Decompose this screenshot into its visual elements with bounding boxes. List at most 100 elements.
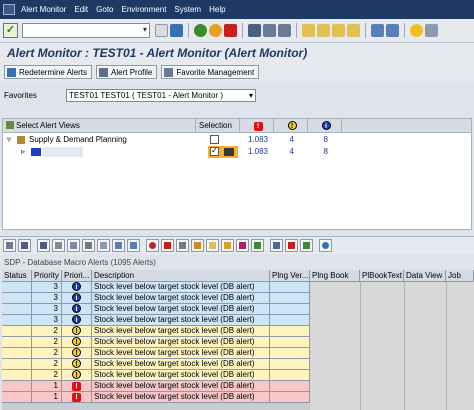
filter-button[interactable] — [18, 239, 31, 252]
tree-header: Select Alert Views Selection ! ! i — [3, 119, 471, 133]
toolbar-separator — [242, 23, 243, 38]
column-plng-book[interactable]: Plng Book — [310, 270, 360, 282]
find-button[interactable] — [82, 239, 95, 252]
column-plng-ver[interactable]: Plng Ver... — [270, 270, 310, 282]
last-page-icon[interactable] — [347, 24, 360, 37]
command-history-icon[interactable]: ▾ — [143, 25, 147, 34]
menu-goto[interactable]: Goto — [96, 5, 113, 14]
column-priority[interactable]: Priority — [32, 270, 62, 282]
help-icon[interactable] — [410, 24, 423, 37]
table-row[interactable]: 2! Stock level below target stock level (… — [2, 326, 310, 337]
menu-environment[interactable]: Environment — [122, 5, 167, 14]
layout-icon — [130, 242, 137, 249]
alert-views-tree: Select Alert Views Selection ! ! i ▿ Sup… — [2, 118, 472, 230]
column-divider — [360, 282, 361, 410]
tree-node-label[interactable] — [43, 147, 83, 157]
sort-ascending-button[interactable] — [52, 239, 65, 252]
warning-icon: ! — [72, 326, 81, 335]
toolbar-separator — [296, 23, 297, 38]
favorite-management-button[interactable]: Favorite Management — [161, 65, 260, 79]
mail-button[interactable] — [206, 239, 219, 252]
delete-button[interactable] — [161, 239, 174, 252]
info-column-header[interactable]: i — [308, 119, 342, 133]
error-column-header[interactable]: ! — [240, 119, 274, 133]
collapse-node-icon[interactable]: ▿ — [7, 134, 11, 146]
redetermine-alerts-button[interactable]: Redetermine Alerts — [4, 65, 93, 79]
find-next-icon[interactable] — [278, 24, 291, 37]
table-row[interactable]: 2! Stock level below target stock level (… — [2, 359, 310, 370]
expand-node-icon[interactable]: ▹ — [21, 146, 25, 158]
selection-checkbox[interactable] — [210, 135, 219, 144]
back-icon[interactable] — [194, 24, 207, 37]
table-row[interactable]: 3 i Stock level below target stock level (… — [2, 315, 310, 326]
export-button[interactable] — [112, 239, 125, 252]
select-alert-views-label: Select Alert Views — [16, 121, 80, 130]
sum-button[interactable] — [97, 239, 110, 252]
toolbar-separator — [365, 23, 366, 38]
close-alerts-button[interactable] — [236, 239, 249, 252]
menu-edit[interactable]: Edit — [74, 5, 88, 14]
column-plbooktext[interactable]: PlBookText — [360, 270, 404, 282]
find-icon[interactable] — [263, 24, 276, 37]
table-row[interactable]: 1! Stock level below target stock level (… — [2, 392, 310, 403]
exit-icon[interactable] — [209, 24, 222, 37]
table-row[interactable]: 1! Stock level below target stock level (… — [2, 381, 310, 392]
selection-header[interactable]: Selection — [196, 119, 240, 133]
trash-button[interactable] — [176, 239, 189, 252]
command-field[interactable]: ▾ — [22, 23, 150, 38]
chart-button[interactable] — [251, 239, 264, 252]
lock-button[interactable] — [221, 239, 234, 252]
dropdown-icon[interactable] — [224, 148, 234, 156]
column-description[interactable]: Description — [92, 270, 270, 282]
window-menu-icon[interactable] — [3, 4, 15, 15]
table-row[interactable]: 3 i Stock level below target stock level (… — [2, 293, 310, 304]
transfer-icon — [194, 242, 201, 249]
column-data-view[interactable]: Data View — [404, 270, 446, 282]
record-button[interactable] — [146, 239, 159, 252]
first-page-icon[interactable] — [302, 24, 315, 37]
layout-button[interactable] — [127, 239, 140, 252]
table-row[interactable]: 2! Stock level below target stock level (… — [2, 370, 310, 381]
enter-button[interactable]: ✓ — [3, 23, 18, 38]
select-alert-views-header[interactable]: Select Alert Views — [3, 119, 196, 133]
warning-column-header[interactable]: ! — [274, 119, 308, 133]
selection-checkbox[interactable] — [210, 145, 219, 157]
cancel-icon[interactable] — [224, 24, 237, 37]
tree-node-label[interactable]: Supply & Demand Planning — [29, 134, 127, 146]
layout-menu-icon[interactable] — [425, 24, 438, 37]
error-icon: ! — [72, 382, 81, 391]
previous-page-icon[interactable] — [317, 24, 330, 37]
print-button[interactable] — [37, 239, 50, 252]
table-row[interactable]: 3 i Stock level below target stock level (… — [2, 304, 310, 315]
tree-row[interactable]: ▹ 1.083 4 8 — [3, 145, 471, 158]
priority-icon-cell: ! — [62, 326, 92, 337]
sort-descending-button[interactable] — [67, 239, 80, 252]
detail-button[interactable] — [3, 239, 16, 252]
tree-row[interactable]: ▿ Supply & Demand Planning 1.083 4 8 — [3, 134, 471, 146]
transfer-button[interactable] — [191, 239, 204, 252]
menu-alert-monitor[interactable]: Alert Monitor — [21, 5, 66, 14]
column-priority-icon[interactable]: Priori... — [62, 270, 92, 282]
chevron-down-icon[interactable]: ▾ — [249, 90, 253, 101]
sort-ascending-icon — [55, 242, 62, 249]
chart-icon — [254, 242, 261, 249]
shortcut-icon[interactable] — [386, 24, 399, 37]
column-job[interactable]: Job — [446, 270, 474, 282]
table-row[interactable]: 3 i Stock level below target stock level (… — [2, 282, 310, 293]
favorites-dropdown[interactable]: TEST01 TEST01 ( TEST01 - Alert Monitor )… — [66, 89, 256, 102]
menu-help[interactable]: Help — [209, 5, 225, 14]
planning-book-button[interactable] — [270, 239, 283, 252]
print-icon[interactable] — [248, 24, 261, 37]
alert-profile-button[interactable]: Alert Profile — [96, 65, 158, 79]
table-row[interactable]: 2! Stock level below target stock level (… — [2, 348, 310, 359]
graphic-button[interactable] — [285, 239, 298, 252]
next-page-icon[interactable] — [332, 24, 345, 37]
confirm-button[interactable] — [300, 239, 313, 252]
column-status[interactable]: Status — [2, 270, 32, 282]
save-icon[interactable] — [170, 24, 183, 37]
expand-icon[interactable] — [155, 24, 168, 37]
menu-system[interactable]: System — [174, 5, 201, 14]
new-session-icon[interactable] — [371, 24, 384, 37]
zoom-button[interactable] — [319, 239, 332, 252]
table-row[interactable]: 2! Stock level below target stock level (… — [2, 337, 310, 348]
